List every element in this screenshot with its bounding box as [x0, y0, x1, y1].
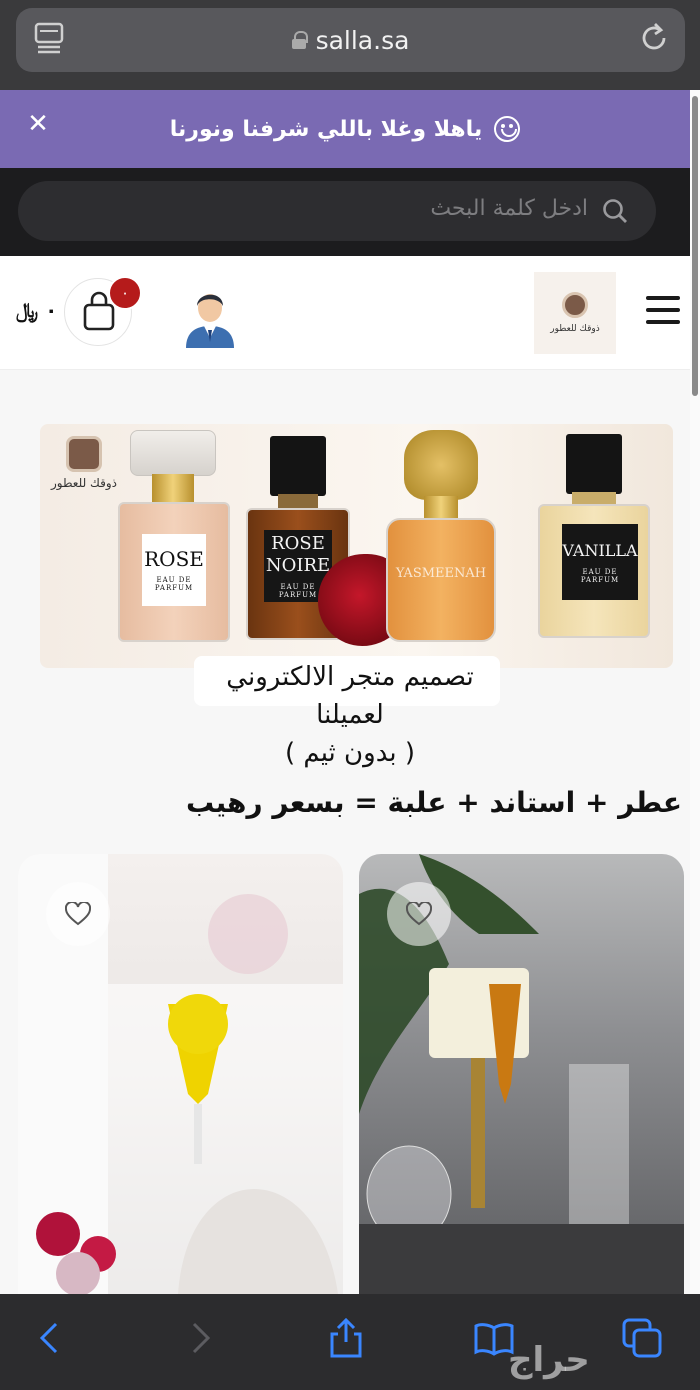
announcement-text: ياهلا وغلا باللي شرفنا ونورنا	[169, 116, 483, 142]
browser-toolbar	[0, 1294, 700, 1390]
cart-total: ٠ ﷼	[16, 298, 58, 322]
search-placeholder: ادخل كلمة البحث	[430, 196, 588, 221]
search-icon[interactable]	[602, 198, 628, 224]
tabs-icon[interactable]	[34, 20, 64, 54]
promo-line-3: ( بدون ثيم )	[285, 738, 415, 768]
reload-icon[interactable]	[640, 20, 670, 54]
wishlist-button[interactable]	[387, 882, 451, 946]
announcement-content: ياهلا وغلا باللي شرفنا ونورنا	[169, 116, 521, 142]
forward-icon[interactable]	[180, 1318, 220, 1358]
perfume-bottle-yasmeenah: YASMEENAH	[386, 430, 496, 642]
perfume-bottle-rose: ROSE EAU DE PARFUM	[118, 430, 230, 644]
bottle-label-yasmeenah: YASMEENAH	[395, 566, 487, 581]
back-icon[interactable]	[30, 1318, 70, 1358]
user-avatar-icon[interactable]	[182, 284, 238, 348]
wishlist-button[interactable]	[46, 882, 110, 946]
store-logo[interactable]: ذوقك للعطور	[534, 272, 616, 354]
tabs-icon[interactable]	[622, 1318, 662, 1358]
banner-logo-text: ذوقك للعطور	[50, 476, 118, 490]
heart-icon	[406, 902, 432, 926]
logo-bottle-icon	[562, 292, 588, 318]
url-bar[interactable]: salla.sa	[16, 8, 685, 72]
lock-icon	[291, 31, 308, 49]
bottle-label-rose-noire: ROSE NOIRE	[265, 533, 331, 576]
browser-top-bar: salla.sa	[0, 0, 700, 90]
heart-icon	[65, 902, 91, 926]
haraj-watermark: حراج	[508, 1340, 590, 1380]
bottle-sub-vanilla: EAU DE PARFUM	[580, 568, 620, 584]
cart-count-badge: ٠	[108, 276, 142, 310]
menu-icon[interactable]	[646, 296, 680, 326]
hero-banner[interactable]: ذوقك للعطور ROSE EAU DE PARFUM ROSE NOIR…	[40, 424, 673, 668]
announcement-bar: ✕ ياهلا وغلا باللي شرفنا ونورنا	[0, 90, 690, 168]
bottle-label-rose: ROSE	[144, 547, 204, 571]
store-header: ذوقك للعطور ٠ ٠ ﷼	[0, 256, 690, 370]
promo-line-1: تصميم متجر الالكتروني	[226, 662, 474, 692]
bottle-sub-rose: EAU DE PARFUM	[154, 576, 194, 592]
promo-line-2: لعميلنا	[316, 700, 384, 730]
url-display: salla.sa	[291, 25, 410, 55]
close-icon[interactable]: ✕	[24, 110, 52, 138]
perfume-bottle-vanilla: VANILLA EAU DE PARFUM	[538, 434, 650, 640]
share-icon[interactable]	[326, 1318, 366, 1358]
bottle-label-vanilla: VANILLA	[562, 541, 638, 560]
url-text: salla.sa	[315, 25, 410, 55]
banner-logo: ذوقك للعطور	[48, 436, 120, 490]
banner-logo-icon	[66, 436, 102, 472]
logo-text: ذوقك للعطور	[550, 324, 600, 334]
product-card[interactable]	[359, 854, 684, 1294]
section-title: عطر + استاند + علبة = بسعر رهيب	[185, 786, 682, 819]
page-scrollbar[interactable]	[690, 90, 700, 1294]
scrollbar-thumb[interactable]	[692, 96, 698, 396]
smiley-icon	[494, 116, 521, 142]
product-card[interactable]	[18, 854, 343, 1294]
